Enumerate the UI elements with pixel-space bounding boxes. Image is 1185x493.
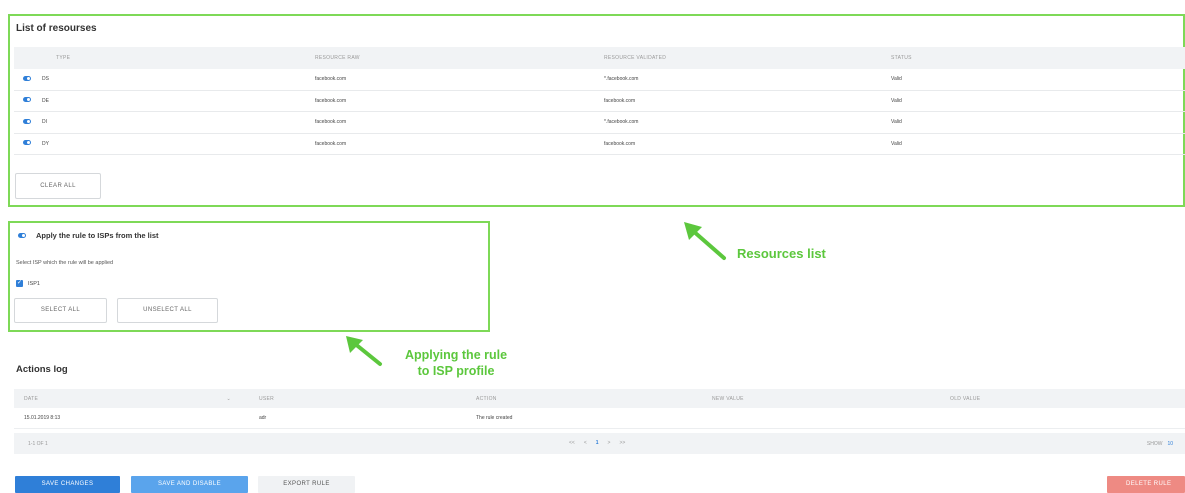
col-action[interactable]: ACTION — [476, 396, 712, 402]
page-size-control: SHOW 10 — [1147, 441, 1173, 447]
cell-type: DI — [42, 119, 47, 126]
cell-type: DS — [42, 76, 49, 83]
cell-raw: facebook.com — [315, 140, 347, 147]
col-user[interactable]: USER — [239, 396, 476, 402]
cell-raw: facebook.com — [315, 76, 347, 83]
cell-user: adr — [259, 415, 267, 421]
cell-raw: facebook.com — [315, 97, 347, 104]
unselect-all-button[interactable]: UNSELECT ALL — [117, 298, 218, 323]
table-row: 15.01.2019 8:13 adr The rule created — [14, 408, 1185, 429]
toggle-icon[interactable] — [23, 118, 31, 124]
col-old-value[interactable]: OLD VALUE — [950, 396, 1185, 402]
save-changes-button[interactable]: SAVE CHANGES — [15, 476, 120, 493]
toggle-icon[interactable] — [23, 140, 31, 146]
toggle-icon[interactable] — [23, 75, 31, 81]
resources-arrow-icon — [684, 222, 726, 260]
isp-subtitle: Select ISP which the rule will be applie… — [16, 260, 114, 266]
cell-validated: *.facebook.com — [604, 76, 639, 83]
resources-table: TYPE RESOURCE RAW RESOURCE VALIDATED STA… — [14, 47, 1185, 155]
col-status: STATUS — [891, 55, 912, 61]
toggle-icon[interactable] — [18, 233, 26, 238]
table-row: DS facebook.com *.facebook.com Valid — [14, 69, 1185, 91]
isp-section-title: Apply the rule to ISPs from the list — [36, 231, 159, 240]
cell-status: Valid — [891, 76, 902, 83]
checkbox-checked-icon[interactable]: ✓ — [16, 280, 23, 287]
last-page-button[interactable]: >> — [619, 440, 625, 446]
pagination-nav: << < 1 > >> — [569, 440, 625, 446]
cell-validated: *.facebook.com — [604, 119, 639, 126]
table-row: DE facebook.com facebook.com Valid — [14, 91, 1185, 112]
actions-log-table: DATE ⌄ USER ACTION NEW VALUE OLD VALUE 1… — [14, 389, 1185, 429]
col-new-value[interactable]: NEW VALUE — [712, 396, 950, 402]
cell-type: DY — [42, 140, 49, 147]
table-row: DY facebook.com facebook.com Valid — [14, 134, 1185, 155]
cell-status: Valid — [891, 119, 902, 126]
clear-all-button[interactable]: CLEAR ALL — [15, 173, 101, 199]
save-and-disable-button[interactable]: SAVE AND DISABLE — [131, 476, 248, 493]
isp-arrow-icon — [346, 336, 382, 366]
col-type: TYPE — [56, 55, 71, 61]
cell-status: Valid — [891, 140, 902, 147]
col-date[interactable]: DATE — [24, 396, 38, 402]
actions-log-title: Actions log — [16, 364, 68, 375]
delete-rule-button[interactable]: DELETE RULE — [1107, 476, 1185, 493]
current-page[interactable]: 1 — [596, 440, 599, 446]
first-page-button[interactable]: << — [569, 440, 575, 446]
resources-annotation: Resources list — [737, 246, 826, 261]
log-table-header: DATE ⌄ USER ACTION NEW VALUE OLD VALUE — [14, 389, 1185, 408]
resources-table-header: TYPE RESOURCE RAW RESOURCE VALIDATED STA… — [14, 47, 1185, 69]
isp-checkbox-item[interactable]: ✓ ISP1 — [16, 280, 40, 287]
select-all-button[interactable]: SELECT ALL — [14, 298, 107, 323]
sort-icon[interactable]: ⌄ — [227, 396, 232, 402]
table-row: DI facebook.com *.facebook.com Valid — [14, 112, 1185, 134]
cell-action: The rule created — [476, 415, 513, 421]
toggle-icon[interactable] — [23, 97, 31, 103]
page-size-select[interactable]: 10 — [1167, 441, 1173, 447]
isp-annotation-line1: Applying the rule — [404, 348, 508, 362]
col-resource-raw: RESOURCE RAW — [315, 55, 360, 61]
export-rule-button[interactable]: EXPORT RULE — [258, 476, 355, 493]
next-page-button[interactable]: > — [608, 440, 611, 446]
col-resource-validated: RESOURCE VALIDATED — [604, 55, 667, 61]
pagination-bar: 1-1 OF 1 << < 1 > >> SHOW 10 — [14, 433, 1185, 454]
isp-label: ISP1 — [28, 280, 40, 287]
isp-annotation-line2: to ISP profile — [417, 364, 495, 379]
cell-type: DE — [42, 97, 49, 104]
cell-raw: facebook.com — [315, 119, 347, 126]
pagination-count: 1-1 OF 1 — [28, 441, 48, 447]
isp-header: Apply the rule to ISPs from the list — [18, 231, 159, 240]
show-label: SHOW — [1146, 441, 1163, 447]
cell-validated: facebook.com — [604, 140, 636, 147]
cell-validated: facebook.com — [604, 97, 636, 104]
resources-title: List of resourses — [16, 23, 97, 34]
isp-annotation: Applying the rule to ISP profile — [386, 347, 526, 380]
cell-status: Valid — [891, 97, 902, 104]
cell-date: 15.01.2019 8:13 — [24, 415, 61, 421]
prev-page-button[interactable]: < — [584, 440, 587, 446]
